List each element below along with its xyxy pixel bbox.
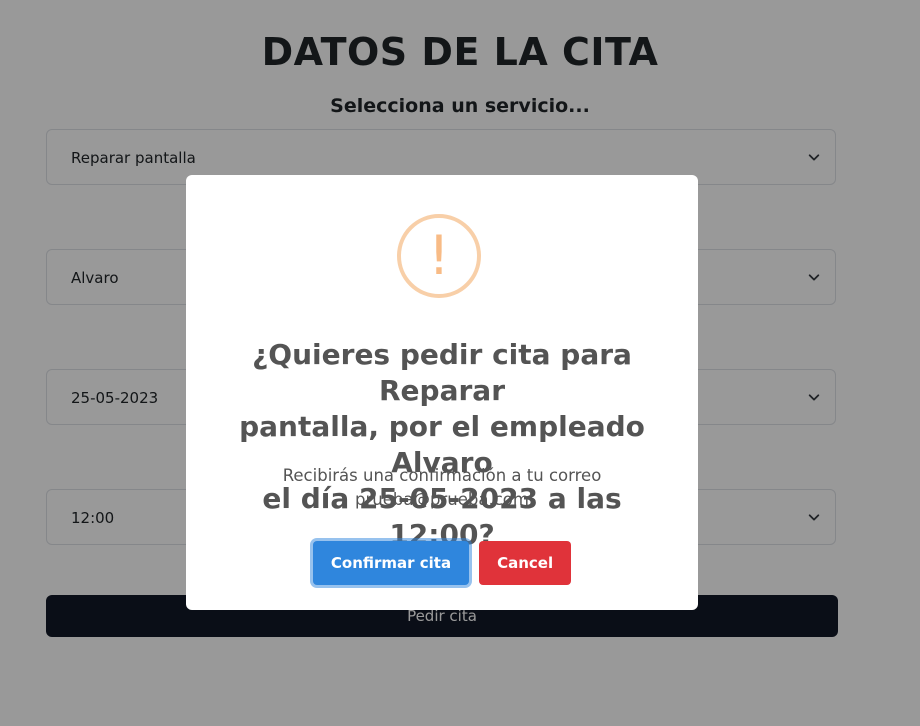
dialog-title-line: ¿Quieres pedir cita para Reparar (252, 338, 632, 407)
exclamation-icon: ! (428, 224, 450, 287)
dialog-actions: Confirmar cita Cancel (186, 541, 698, 585)
warning-icon: ! (397, 214, 481, 298)
dialog-email: prueba@prueba.com (355, 490, 529, 509)
confirm-dialog: ! ¿Quieres pedir cita para Reparar panta… (186, 175, 698, 610)
confirm-appointment-button[interactable]: Confirmar cita (312, 541, 470, 585)
dialog-title: ¿Quieres pedir cita para Reparar pantall… (206, 337, 678, 553)
cancel-button[interactable]: Cancel (479, 541, 572, 585)
dialog-message-line: Recibirás una confirmación a tu correo (282, 466, 602, 485)
dialog-message: Recibirás una confirmación a tu correo p… (226, 464, 658, 512)
